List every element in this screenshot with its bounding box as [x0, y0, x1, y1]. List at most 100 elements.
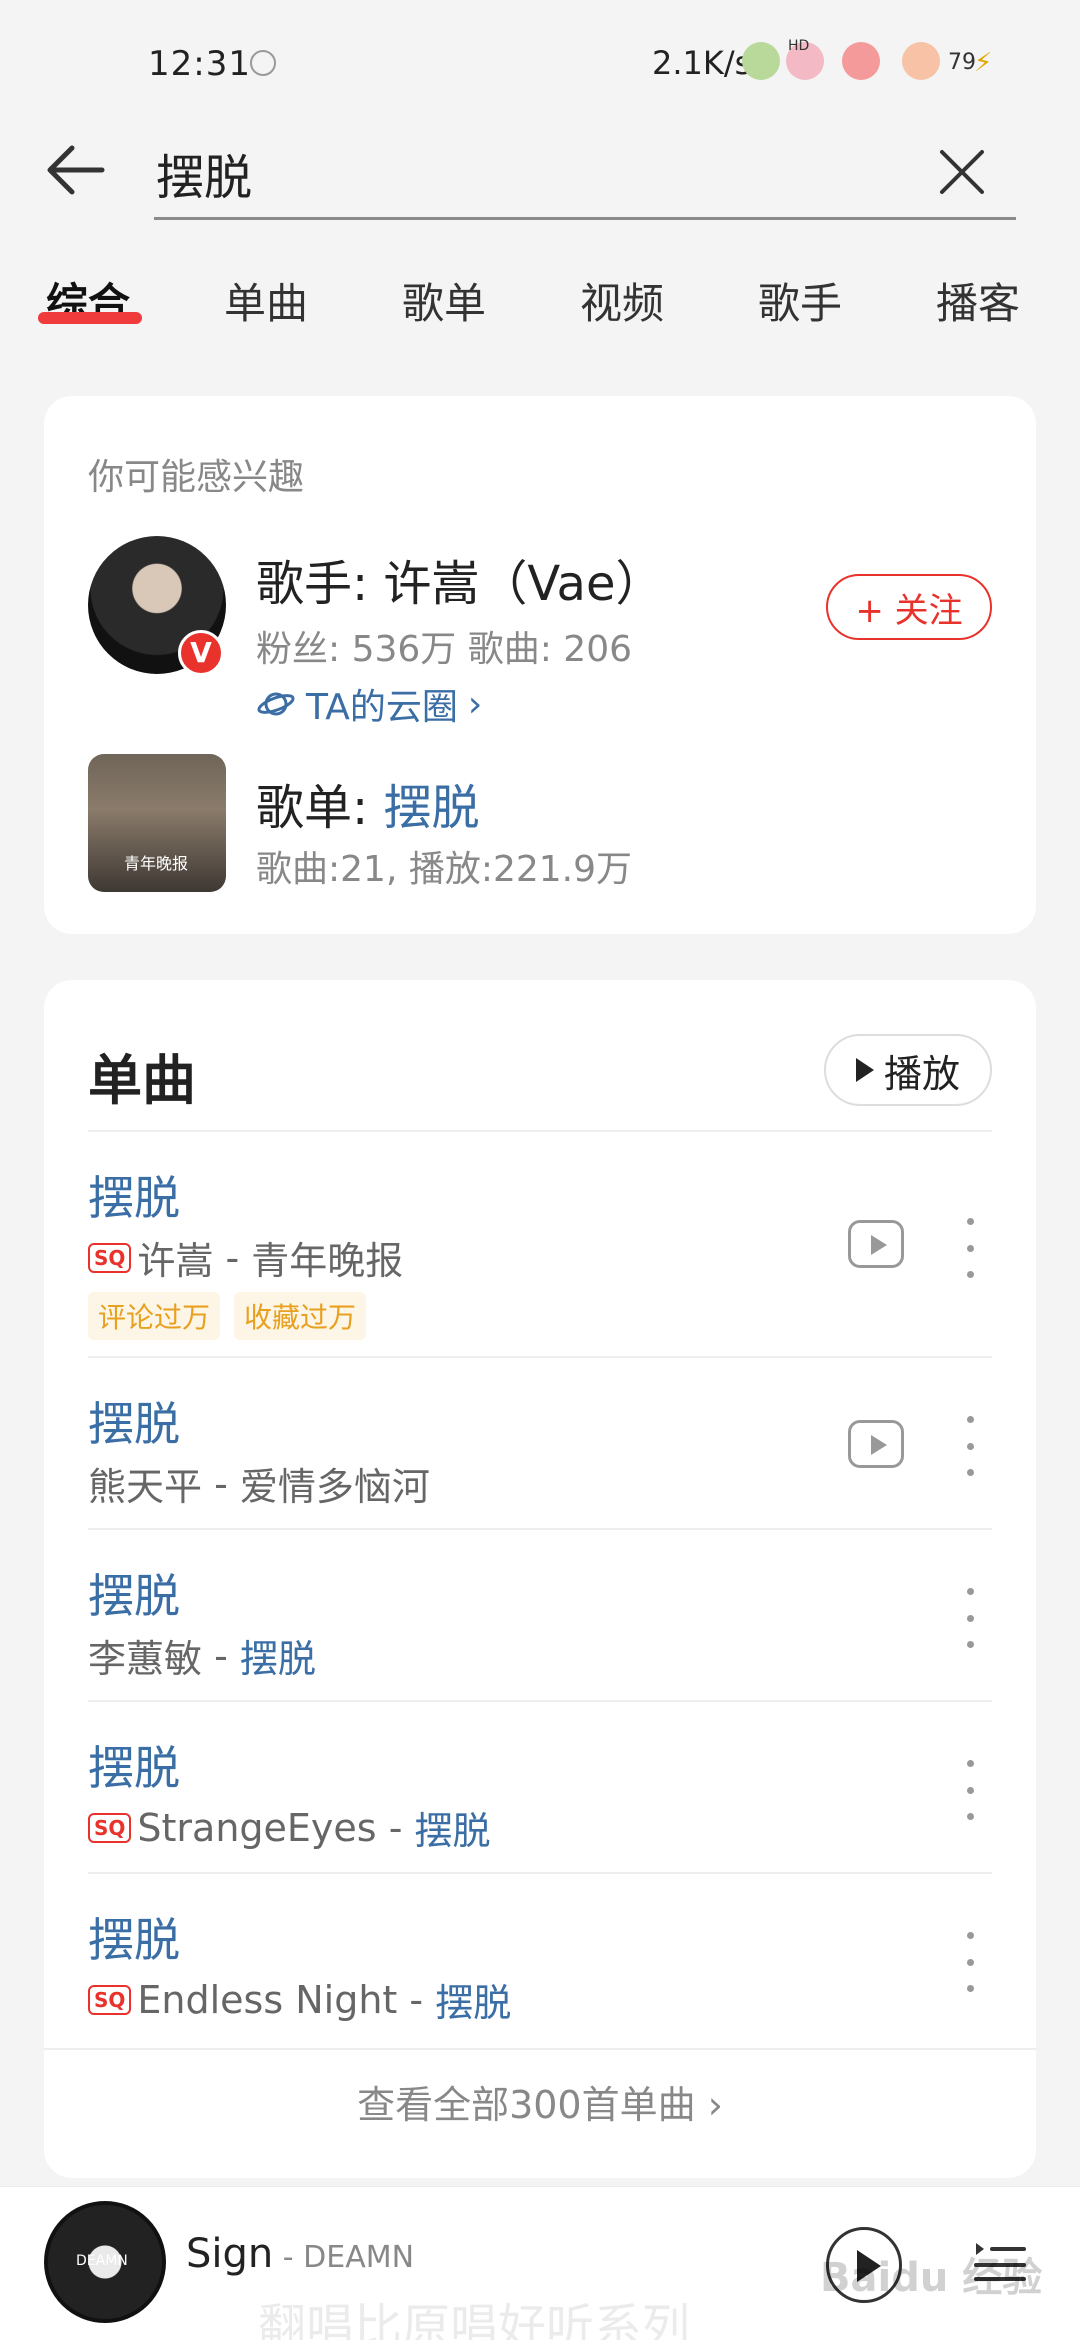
playlist-cover[interactable]: 青年晚报	[88, 754, 226, 892]
arrow-left-icon	[47, 145, 105, 195]
song-subtitle: SQ Endless Night - 摆脱	[88, 1972, 511, 2027]
song-row[interactable]: 摆脱 SQ Endless Night - 摆脱	[88, 1874, 992, 2046]
status-bar: 12:31 2.1K/s HD 79 ⚡	[0, 0, 1080, 120]
clear-button[interactable]	[934, 144, 990, 200]
song-album: 爱情多恼河	[239, 1465, 430, 1509]
search-input[interactable]	[156, 138, 916, 208]
more-options-button[interactable]	[958, 1932, 982, 1992]
song-row[interactable]: 摆脱 熊天平 - 爱情多恼河	[88, 1358, 992, 1530]
cloud-circle-link[interactable]: TA的云圈 ›	[256, 678, 482, 730]
separator: -	[202, 1461, 240, 1506]
mv-play-button[interactable]	[848, 1420, 904, 1468]
song-title: 摆脱	[88, 1569, 180, 1623]
song-subtitle: 熊天平 - 爱情多恼河	[88, 1456, 430, 1511]
now-playing-title: Sign	[186, 2231, 274, 2277]
artist-name[interactable]: 歌手: 许嵩（Vae）	[256, 544, 664, 614]
play-all-label: 播放	[883, 1051, 960, 1096]
play-icon	[871, 1435, 887, 1455]
play-all-button[interactable]: 播放	[824, 1034, 992, 1106]
tab-podcasts[interactable]: 播客	[936, 270, 1020, 331]
follow-button[interactable]: + 关注	[826, 574, 992, 640]
status-time: 12:31	[148, 44, 251, 84]
cloud-link-label: TA的云圈	[306, 687, 458, 728]
song-title: 摆脱	[88, 1171, 180, 1225]
verified-badge: V	[178, 630, 224, 676]
cellular-icon	[842, 42, 880, 80]
alarm-icon	[250, 50, 276, 76]
tab-playlists[interactable]: 歌单	[402, 270, 486, 331]
hd-label: HD	[788, 38, 810, 54]
tab-artists[interactable]: 歌手	[758, 270, 842, 331]
song-album: 摆脱	[435, 1981, 512, 2025]
suggestion-card: 你可能感兴趣 V 歌手: 许嵩（Vae） 粉丝: 536万 歌曲: 206 TA…	[44, 396, 1036, 934]
chevron-right-icon: ›	[467, 683, 483, 725]
chevron-right-icon: ›	[707, 2083, 723, 2127]
now-playing-artist: DEAMN	[303, 2240, 415, 2275]
background-ghost-text: 翻唱比原唱好听系列	[258, 2299, 691, 2340]
category-tabs: 综合 单曲 歌单 视频 歌手 播客	[0, 262, 1080, 342]
separator: -	[397, 1977, 436, 2022]
artist-meta: 粉丝: 536万 歌曲: 206	[256, 629, 633, 670]
screen: 12:31 2.1K/s HD 79 ⚡ 综合 单曲 歌单 视频 歌手 播客	[0, 0, 1080, 2340]
more-options-button[interactable]	[958, 1416, 982, 1476]
battery-level: 79	[948, 50, 976, 75]
divider	[44, 2048, 1036, 2050]
song-artist: StrangeEyes	[137, 1805, 377, 1850]
now-playing-separator: -	[273, 2240, 304, 2275]
tab-videos[interactable]: 视频	[580, 270, 664, 331]
more-options-button[interactable]	[958, 1588, 982, 1648]
tab-songs[interactable]: 单曲	[224, 270, 308, 331]
suggestion-title: 你可能感兴趣	[88, 457, 305, 498]
play-icon	[855, 1058, 874, 1082]
search-bar	[154, 128, 1016, 220]
song-row[interactable]: 摆脱 李蕙敏 - 摆脱	[88, 1530, 992, 1702]
view-all-songs-link[interactable]: 查看全部300首单曲 ›	[44, 2074, 1036, 2129]
playlist-prefix: 歌单:	[256, 780, 384, 836]
back-button[interactable]	[42, 140, 114, 200]
song-artist: 熊天平	[88, 1465, 203, 1509]
play-icon	[871, 1235, 887, 1255]
planet-icon	[257, 692, 295, 716]
mv-play-button[interactable]	[848, 1220, 904, 1268]
watermark: Baidu 经验	[820, 2255, 1043, 2301]
view-all-label: 查看全部300首单曲	[357, 2083, 696, 2127]
separator: -	[202, 1633, 240, 1678]
album-disc[interactable]: DEAMN	[44, 2201, 166, 2323]
sq-badge: SQ	[88, 1812, 132, 1843]
song-artist: Endless Night	[137, 1977, 398, 2022]
song-title: 摆脱	[88, 1913, 180, 1967]
separator: -	[213, 1235, 252, 1280]
cover-caption: 青年晚报	[124, 854, 189, 873]
songs-section-title: 单曲	[88, 1049, 196, 1112]
active-tab-indicator	[38, 312, 142, 324]
playlist-title: 摆脱	[383, 780, 480, 836]
song-tags: 评论过万 收藏过万	[88, 1292, 367, 1340]
network-speed: 2.1K/s	[652, 44, 752, 82]
song-album: 青年晚报	[251, 1239, 404, 1283]
song-subtitle: SQ StrangeEyes - 摆脱	[88, 1800, 491, 1855]
song-row[interactable]: 摆脱 SQ 许嵩 - 青年晚报 评论过万 收藏过万	[88, 1132, 992, 1358]
battery-icon	[902, 42, 940, 80]
song-row[interactable]: 摆脱 SQ StrangeEyes - 摆脱	[88, 1702, 992, 1874]
more-options-button[interactable]	[958, 1760, 982, 1820]
close-icon	[940, 150, 984, 194]
tag-favorites: 收藏过万	[234, 1292, 367, 1340]
playlist-meta: 歌曲:21, 播放:221.9万	[256, 849, 633, 890]
charging-icon: ⚡	[974, 48, 993, 78]
song-title: 摆脱	[88, 1741, 180, 1795]
separator: -	[376, 1805, 415, 1850]
song-artist: 李蕙敏	[88, 1637, 203, 1681]
more-options-button[interactable]	[958, 1218, 982, 1278]
song-subtitle: 李蕙敏 - 摆脱	[88, 1628, 316, 1683]
song-album: 摆脱	[239, 1637, 316, 1681]
song-album: 摆脱	[414, 1809, 491, 1853]
signal-icon	[742, 42, 780, 80]
mini-player[interactable]: 翻唱比原唱好听系列 DEAMN Sign - DEAMN Baidu 经验	[0, 2186, 1080, 2340]
sq-badge: SQ	[88, 1984, 132, 2015]
songs-card: 单曲 播放 摆脱 SQ 许嵩 - 青年晚报 评论过万 收藏过万 摆脱 熊天平 -…	[44, 980, 1036, 2178]
tag-comments: 评论过万	[88, 1292, 221, 1340]
playlist-name[interactable]: 歌单: 摆脱	[256, 768, 479, 838]
disc-label: DEAMN	[76, 2253, 128, 2269]
song-subtitle: SQ 许嵩 - 青年晚报	[88, 1230, 403, 1285]
sq-badge: SQ	[88, 1242, 132, 1273]
